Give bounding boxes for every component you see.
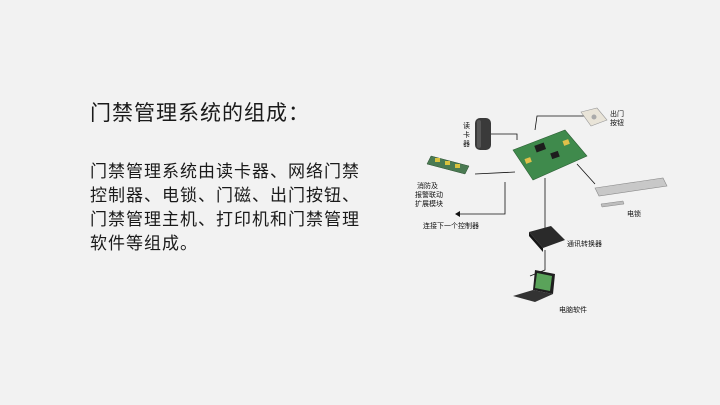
wire-reader	[491, 133, 518, 140]
arrow-next-controller	[455, 211, 460, 217]
fire-module-label-1: 消防及	[417, 181, 438, 190]
reader-label-2: 卡	[463, 130, 470, 139]
converter-label: 通讯转换器	[567, 239, 602, 248]
wire-lock	[576, 163, 596, 185]
fire-module-label-3: 扩展模块	[415, 199, 443, 208]
card-reader-device	[475, 118, 491, 150]
electric-lock-device	[594, 177, 668, 208]
wire-exit-button	[534, 115, 585, 131]
reader-label-3: 器	[463, 140, 470, 148]
exit-button-label-1: 出门	[610, 109, 624, 118]
slide: 门禁管理系统的组成： 门禁管理系统由读卡器、网络门禁控制器、电锁、门磁、出门按钮…	[0, 0, 720, 405]
fire-module-label-2: 报警联动	[415, 190, 443, 199]
reader-label: 读	[463, 121, 470, 130]
exit-button-label-2: 按钮	[610, 118, 624, 127]
slide-body-text: 门禁管理系统由读卡器、网络门禁控制器、电锁、门磁、出门按钮、门禁管理主机、打印机…	[90, 162, 360, 254]
exit-button-device	[580, 107, 608, 127]
access-control-diagram: 读 卡 器 出门 按钮 消防及 报警联动 扩展模块 电锁 连接下一个控制器 通讯…	[415, 107, 668, 314]
software-label: 电脑软件	[559, 305, 587, 314]
wire-next-controller	[460, 182, 506, 215]
controller-board	[512, 129, 588, 181]
lock-label: 电锁	[627, 209, 641, 218]
fire-alarm-module-device	[426, 155, 470, 175]
communication-converter-device	[529, 226, 565, 252]
next-controller-label: 连接下一个控制器	[423, 221, 479, 230]
wire-fire-module	[474, 171, 516, 175]
slide-title: 门禁管理系统的组成：	[90, 101, 310, 125]
